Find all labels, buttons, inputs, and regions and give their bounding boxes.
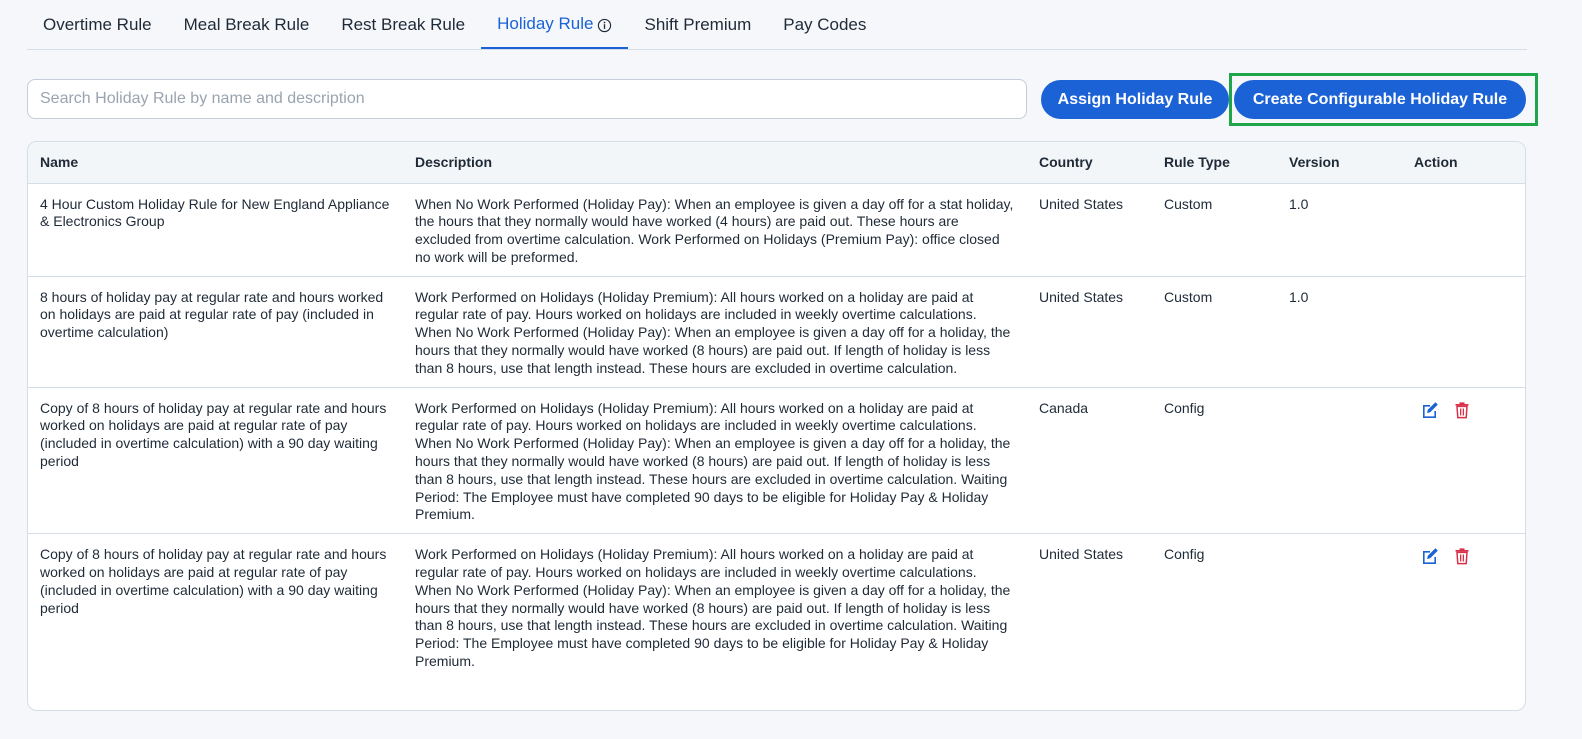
table-row[interactable]: Copy of 8 hours of holiday pay at regula… xyxy=(28,387,1525,535)
tab-meal-break-rule[interactable]: Meal Break Rule xyxy=(168,0,326,49)
tab-shift-premium[interactable]: Shift Premium xyxy=(628,0,767,49)
tab-rest-break-rule[interactable]: Rest Break Rule xyxy=(325,0,481,49)
cell-version: 1.0 xyxy=(1277,276,1402,388)
cell-name: 4 Hour Custom Holiday Rule for New Engla… xyxy=(28,183,403,277)
edit-icon[interactable] xyxy=(1420,546,1440,566)
tab-label: Overtime Rule xyxy=(43,14,152,34)
cell-rule-type: Custom xyxy=(1152,276,1277,388)
cell-action xyxy=(1402,534,1525,680)
cell-country: Canada xyxy=(1027,387,1152,535)
cell-action xyxy=(1402,276,1525,388)
table-row[interactable]: 8 hours of holiday pay at regular rate a… xyxy=(28,276,1525,388)
assign-holiday-rule-button[interactable]: Assign Holiday Rule xyxy=(1041,80,1229,119)
column-header-name[interactable]: Name xyxy=(28,142,403,184)
cell-description: Work Performed on Holidays (Holiday Prem… xyxy=(403,276,1027,388)
cell-action xyxy=(1402,387,1525,535)
cell-action xyxy=(1402,183,1525,277)
edit-icon[interactable] xyxy=(1420,400,1440,420)
cell-country: United States xyxy=(1027,276,1152,388)
cell-name: 8 hours of holiday pay at regular rate a… xyxy=(28,276,403,388)
column-header-version[interactable]: Version xyxy=(1277,142,1402,184)
tab-overtime-rule[interactable]: Overtime Rule xyxy=(27,0,168,49)
table-row[interactable]: Copy of 8 hours of holiday pay at regula… xyxy=(28,534,1525,680)
tab-bar: Overtime Rule Meal Break Rule Rest Break… xyxy=(27,0,1527,50)
cell-country: United States xyxy=(1039,546,1124,563)
tab-holiday-rule[interactable]: Holiday Rule xyxy=(481,0,629,49)
tab-label: Pay Codes xyxy=(783,14,867,34)
column-header-rule-type[interactable]: Rule Type xyxy=(1152,142,1277,184)
row-actions xyxy=(1414,400,1515,420)
tab-pay-codes[interactable]: Pay Codes xyxy=(767,0,882,49)
cell-name: Copy of 8 hours of holiday pay at regula… xyxy=(40,546,387,616)
cell-version xyxy=(1277,387,1402,535)
info-circle-icon[interactable] xyxy=(597,18,612,33)
cell-rule-type: Custom xyxy=(1152,183,1277,277)
column-header-description[interactable]: Description xyxy=(403,142,1027,184)
search-input[interactable] xyxy=(27,79,1027,119)
table-row[interactable]: 4 Hour Custom Holiday Rule for New Engla… xyxy=(28,183,1525,277)
trash-icon[interactable] xyxy=(1452,400,1472,420)
tab-label: Meal Break Rule xyxy=(183,14,310,34)
cell-name: Copy of 8 hours of holiday pay at regula… xyxy=(28,387,403,535)
cell-description: Work Performed on Holidays (Holiday Prem… xyxy=(403,387,1027,535)
column-header-action: Action xyxy=(1402,142,1525,184)
tab-label: Shift Premium xyxy=(644,14,752,34)
cell-description: Work Performed on Holidays (Holiday Prem… xyxy=(415,546,1011,670)
create-configurable-holiday-rule-button[interactable]: Create Configurable Holiday Rule xyxy=(1234,80,1526,119)
tab-label: Rest Break Rule xyxy=(341,14,466,34)
cell-country: United States xyxy=(1027,183,1152,277)
cell-version: 1.0 xyxy=(1277,183,1402,277)
table-header-row: Name Description Country Rule Type Versi… xyxy=(28,142,1525,184)
cell-version xyxy=(1277,534,1402,680)
cell-rule-type: Config xyxy=(1164,546,1205,563)
trash-icon[interactable] xyxy=(1452,546,1472,566)
cell-description: When No Work Performed (Holiday Pay): Wh… xyxy=(403,183,1027,277)
tab-label: Holiday Rule xyxy=(497,13,594,33)
row-actions xyxy=(1414,546,1515,566)
cell-rule-type: Config xyxy=(1152,387,1277,535)
column-header-country[interactable]: Country xyxy=(1027,142,1152,184)
holiday-rules-table: Name Description Country Rule Type Versi… xyxy=(27,141,1526,711)
